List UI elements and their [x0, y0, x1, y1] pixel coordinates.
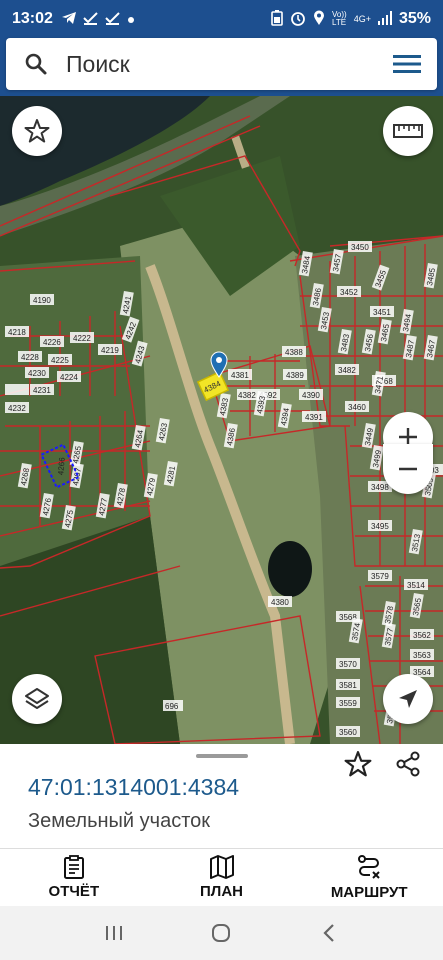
favorite-star-icon[interactable] — [338, 744, 378, 784]
recents-icon — [105, 926, 122, 940]
navigation-arrow-icon — [399, 690, 417, 708]
svg-text:3514: 3514 — [407, 581, 425, 590]
plan-label: ПЛАН — [200, 883, 243, 900]
svg-text:696: 696 — [165, 702, 179, 711]
svg-text:3581: 3581 — [339, 681, 357, 690]
svg-text:4222: 4222 — [73, 334, 91, 343]
search-input[interactable]: Поиск — [66, 51, 377, 78]
map-view[interactable]: 4190 4381 4388 4392 4382 4389 4390 4391 … — [0, 96, 443, 744]
location-icon — [313, 10, 325, 29]
svg-text:3451: 3451 — [373, 308, 391, 317]
svg-text:4266: 4266 — [56, 456, 67, 475]
svg-text:4391: 4391 — [305, 413, 323, 422]
ruler-icon — [393, 124, 423, 138]
status-bar: 13:02 Vo)) LTE 4G+ 35% — [0, 0, 443, 38]
svg-text:3495: 3495 — [371, 522, 389, 531]
back-button[interactable] — [309, 913, 349, 953]
svg-text:4231: 4231 — [33, 386, 51, 395]
svg-text:4382: 4382 — [238, 391, 256, 400]
home-button[interactable] — [201, 913, 241, 953]
ruler-button[interactable] — [383, 106, 433, 156]
alarm-icon — [290, 10, 306, 29]
action-bar: ОТЧЁТ ПЛАН МАРШРУТ — [0, 848, 443, 906]
star-icon — [24, 119, 50, 143]
minus-icon — [399, 467, 417, 471]
favorites-star-button[interactable] — [12, 106, 62, 156]
svg-text:3570: 3570 — [339, 660, 357, 669]
svg-text:4228: 4228 — [21, 353, 39, 362]
hamburger-menu-icon[interactable] — [377, 54, 437, 74]
battery-percent: 35% — [398, 10, 431, 27]
recent-apps-button[interactable] — [94, 913, 134, 953]
search-icon[interactable] — [6, 52, 66, 76]
svg-text:3563: 3563 — [413, 651, 431, 660]
svg-text:3559: 3559 — [339, 699, 357, 708]
search-bar[interactable]: Поиск — [6, 38, 437, 90]
dot-icon — [127, 11, 135, 27]
layers-button[interactable] — [12, 674, 62, 724]
svg-text:3498: 3498 — [371, 483, 389, 492]
sheet-drag-handle[interactable] — [196, 754, 248, 758]
svg-text:3452: 3452 — [340, 288, 358, 297]
back-chevron-icon — [323, 924, 334, 942]
svg-text:3562: 3562 — [413, 631, 431, 640]
svg-text:4388: 4388 — [285, 348, 303, 357]
route-button[interactable]: МАРШРУТ — [295, 849, 443, 906]
check-icon — [105, 11, 121, 28]
svg-text:4232: 4232 — [8, 404, 26, 413]
svg-text:4224: 4224 — [60, 373, 78, 382]
svg-text:4380: 4380 — [271, 598, 289, 607]
telegram-icon — [61, 11, 77, 28]
svg-text:4230: 4230 — [28, 369, 46, 378]
svg-text:3460: 3460 — [348, 403, 366, 412]
report-button[interactable]: ОТЧЁТ — [0, 849, 148, 906]
plan-button[interactable]: ПЛАН — [148, 849, 296, 906]
map-plan-icon — [209, 855, 234, 879]
svg-text:3450: 3450 — [351, 243, 369, 252]
route-label: МАРШРУТ — [330, 884, 408, 901]
zoom-out-button[interactable] — [383, 444, 433, 494]
svg-text:4218: 4218 — [8, 328, 26, 337]
svg-text:3579: 3579 — [371, 572, 389, 581]
parcel-type: Земельный участок — [28, 810, 211, 832]
svg-text:4390: 4390 — [302, 391, 320, 400]
svg-text:4226: 4226 — [43, 338, 61, 347]
status-time: 13:02 — [12, 10, 53, 27]
bottom-sheet[interactable]: 47:01:1314001:4384 Земельный участок — [0, 744, 443, 848]
svg-text:3482: 3482 — [338, 366, 356, 375]
volte-icon: Vo)) LTE — [332, 10, 347, 27]
svg-text:4389: 4389 — [286, 371, 304, 380]
4g-icon: 4G+ — [353, 14, 371, 24]
report-clipboard-icon — [63, 855, 84, 879]
share-icon[interactable] — [388, 744, 428, 784]
layers-icon — [25, 688, 49, 709]
signal-icon — [377, 10, 392, 28]
route-icon — [358, 855, 380, 879]
cadastral-number[interactable]: 47:01:1314001:4384 — [28, 774, 239, 801]
svg-text:4381: 4381 — [231, 371, 249, 380]
svg-text:3560: 3560 — [339, 728, 357, 737]
check-icon — [83, 11, 99, 28]
home-icon — [212, 924, 231, 942]
report-label: ОТЧЁТ — [48, 883, 100, 900]
svg-text:4190: 4190 — [33, 296, 51, 305]
my-location-button[interactable] — [383, 674, 433, 724]
svg-text:4219: 4219 — [101, 346, 119, 355]
svg-text:4225: 4225 — [51, 356, 69, 365]
satellite-map: 4190 4381 4388 4392 4382 4389 4390 4391 … — [0, 96, 443, 744]
system-nav-bar — [0, 906, 443, 960]
battery-saver-icon — [271, 9, 283, 29]
